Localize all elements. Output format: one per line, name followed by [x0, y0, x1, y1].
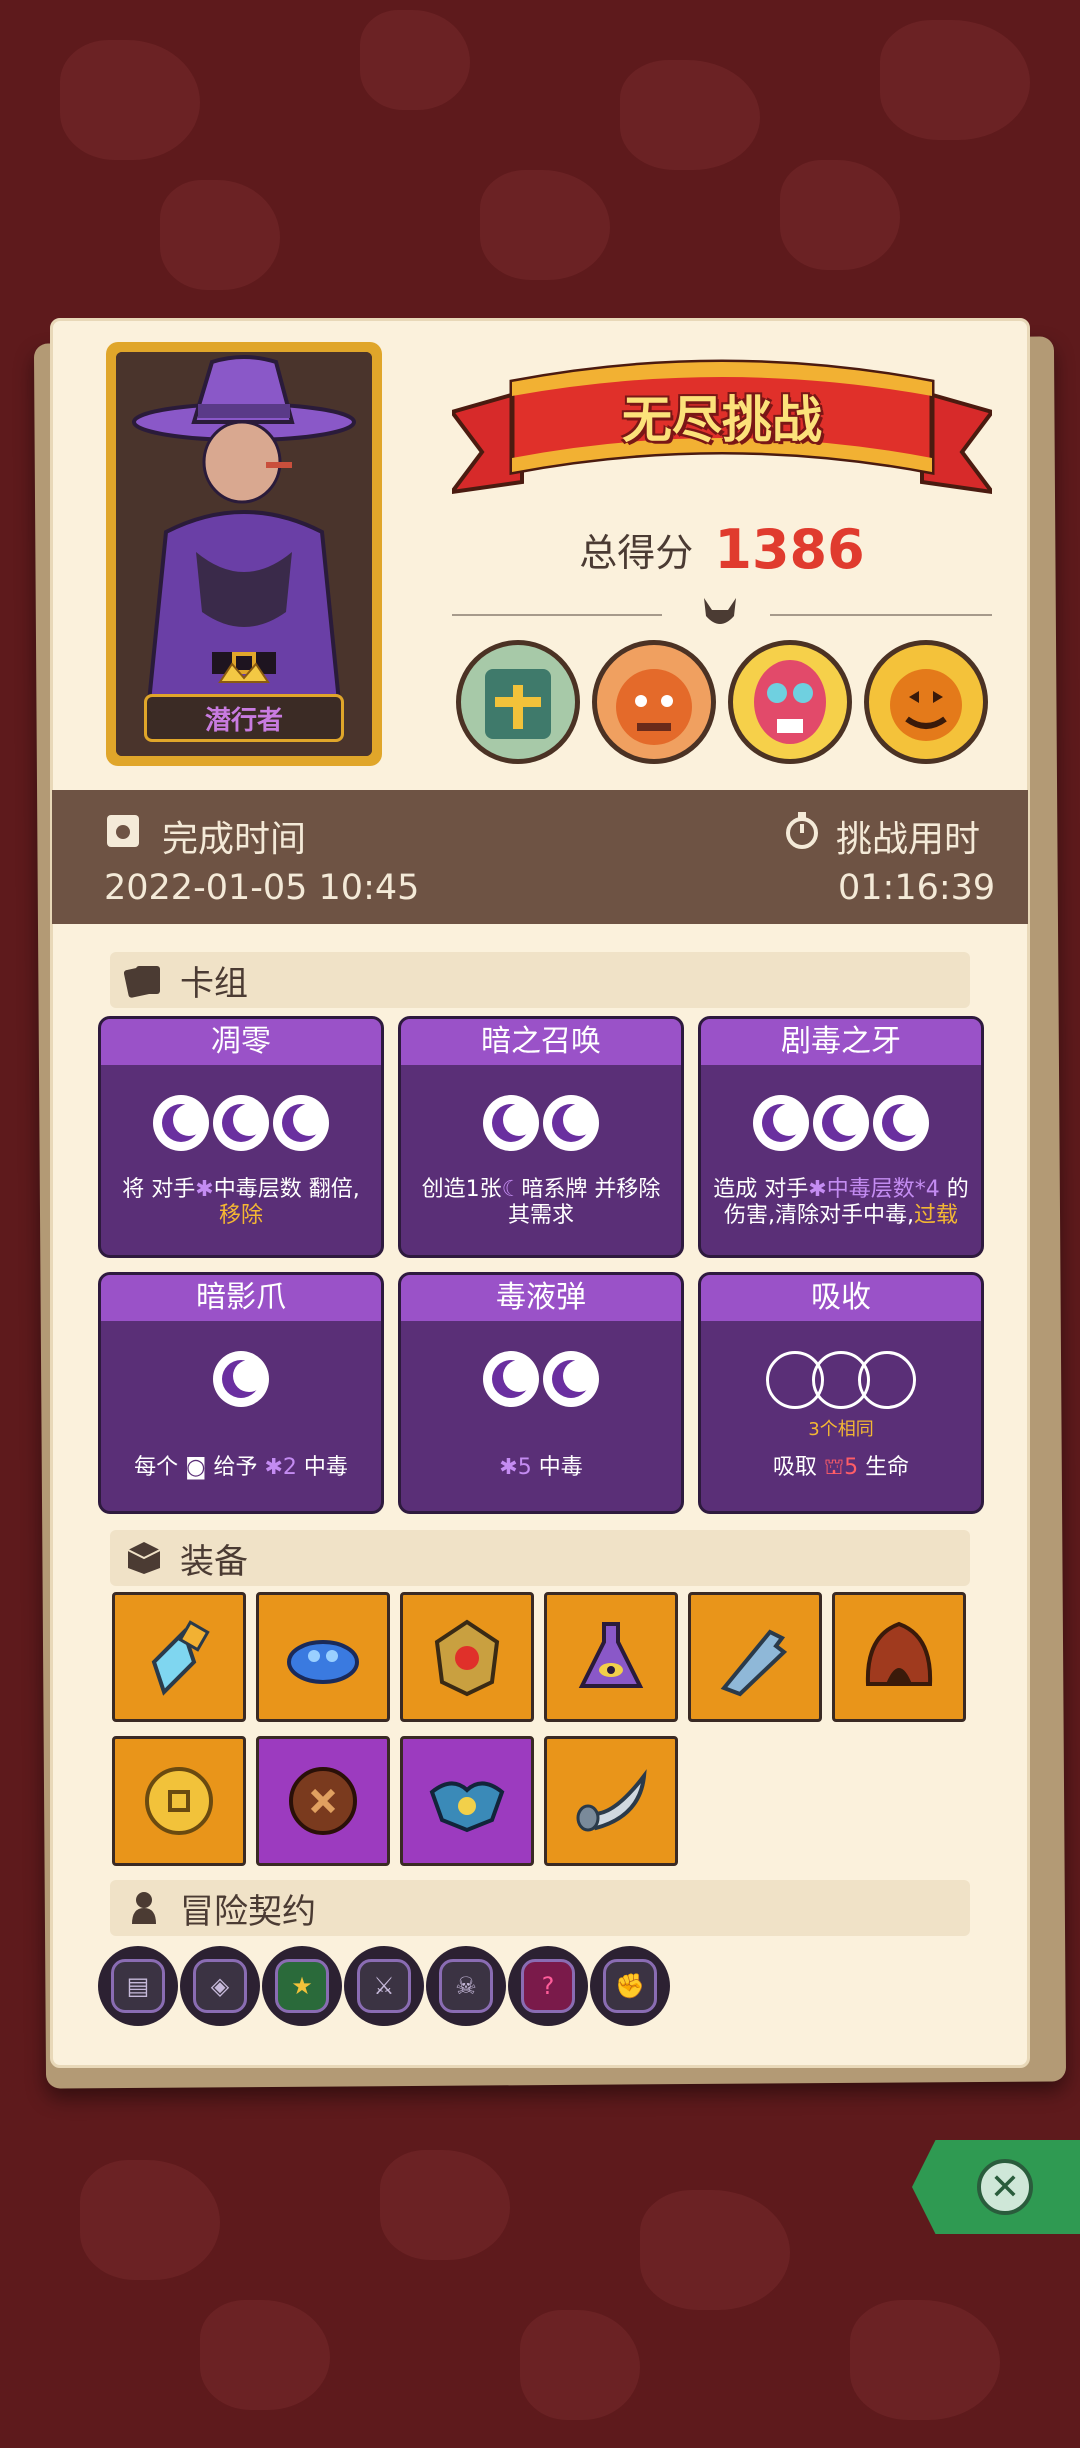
dark-moon-icon [153, 1095, 209, 1151]
card-title: 暗影爪 [101, 1275, 381, 1321]
cards-icon [123, 962, 164, 998]
sword-contract-icon[interactable]: ⚔ [344, 1946, 424, 2026]
card-description: 造成 对手✱中毒层数*4 的 伤害,清除对手中毒,过载 [713, 1177, 969, 1228]
hero-art: 潜行者 [116, 352, 372, 756]
close-icon: ✕ [977, 2159, 1033, 2215]
card-dark-summon[interactable]: 暗之召唤 创造1张☾暗系牌 并移除 其需求 [398, 1016, 684, 1258]
total-score: 总得分 1386 [452, 518, 992, 581]
completed-time-label: 完成时间 [162, 819, 307, 860]
close-button[interactable]: ✕ [912, 2140, 1080, 2234]
moon-icon: ☾ [501, 1177, 522, 1202]
question-contract-icon[interactable]: ? [508, 1946, 588, 2026]
box-icon [124, 1540, 164, 1576]
deck-section-header: 卡组 [110, 952, 970, 1008]
blue-slime-icon[interactable] [256, 1592, 390, 1722]
card-description: 创造1张☾暗系牌 并移除 其需求 [421, 1177, 661, 1228]
button-icon[interactable] [256, 1736, 390, 1866]
deck-title: 卡组 [180, 963, 248, 1004]
broken-blade-icon[interactable] [688, 1592, 822, 1722]
card-absorb[interactable]: 吸收 3个相同 吸取 ⛫5 生命 [698, 1272, 984, 1514]
dark-moon-icon [483, 1095, 539, 1151]
star-contract-icon[interactable]: ★ [262, 1946, 342, 2026]
dark-moon-icon [543, 1351, 599, 1407]
skull-contract-icon[interactable]: ☠ [426, 1946, 506, 2026]
card-title: 凋零 [101, 1019, 381, 1065]
poison-icon: ✱ [264, 1455, 283, 1480]
pumpkin-boss-icon [864, 640, 988, 764]
score-label: 总得分 [579, 531, 694, 575]
score-value: 1386 [714, 518, 865, 581]
stopwatch-icon [786, 812, 818, 849]
horn-icon[interactable] [544, 1736, 678, 1866]
card-cost [101, 1095, 381, 1151]
card-title: 吸收 [701, 1275, 981, 1321]
card-venom-shot[interactable]: 毒液弹 ✱5 中毒 [398, 1272, 684, 1514]
title-banner: 无尽挑战 [447, 352, 997, 512]
banner-title: 无尽挑战 [622, 391, 822, 449]
card-description: 将 对手✱中毒层数 翻倍, 移除 [122, 1177, 360, 1228]
gold-shield-icon[interactable] [400, 1592, 534, 1722]
ogre-boss-icon [592, 640, 716, 764]
fist-contract-icon[interactable]: ✊ [590, 1946, 670, 2026]
card-wither[interactable]: 凋零 将 对手✱中毒层数 翻倍, 移除 [98, 1016, 384, 1258]
divider-left [452, 614, 662, 616]
card-cost [701, 1095, 981, 1151]
eye-potion-icon[interactable] [544, 1592, 678, 1722]
card-cost [101, 1351, 381, 1407]
card-contract-icon[interactable]: ▤ [98, 1946, 178, 2026]
demon-skull-icon [704, 598, 736, 624]
defeated-bosses [456, 640, 996, 764]
completed-time-value: 2022-01-05 10:45 [104, 868, 420, 908]
dark-moon-icon [813, 1095, 869, 1151]
card-cost [701, 1351, 981, 1409]
poison-icon: ✱ [808, 1177, 827, 1202]
contracts-section-header: 冒险契约 [110, 1880, 970, 1936]
pawn-icon [124, 1890, 164, 1926]
dark-moon-icon [753, 1095, 809, 1151]
dark-moon-icon [543, 1095, 599, 1151]
card-description: 吸取 ⛫5 生命 [772, 1455, 910, 1480]
lifesteal-icon: ⛫ [823, 1455, 845, 1480]
contracts-title: 冒险契约 [180, 1891, 316, 1932]
card-shadow-claw[interactable]: 暗影爪 每个 ◙ 给予 ✱2 中毒 [98, 1272, 384, 1514]
blue-crystal-icon[interactable] [112, 1592, 246, 1722]
dark-moon-icon [483, 1351, 539, 1407]
card-description: 每个 ◙ 给予 ✱2 中毒 [134, 1455, 348, 1480]
card-toxic-fang[interactable]: 剧毒之牙 造成 对手✱中毒层数*4 的 伤害,清除对手中毒,过载 [698, 1016, 984, 1258]
calendar-icon [107, 815, 139, 847]
dark-moon-icon [213, 1095, 269, 1151]
divider-right [770, 614, 992, 616]
poison-icon: ✱ [195, 1177, 214, 1202]
dark-moon-icon [213, 1351, 269, 1407]
duration-value: 01:16:39 [838, 868, 996, 908]
card-title: 剧毒之牙 [701, 1019, 981, 1065]
time-bar: 完成时间 2022-01-05 10:45 挑战用时 01:16:39 [52, 790, 1028, 924]
card-title: 暗之召唤 [401, 1019, 681, 1065]
shield-contract-icon[interactable]: ◈ [180, 1946, 260, 2026]
duration-label: 挑战用时 [836, 819, 981, 860]
bat-crest-icon[interactable] [400, 1736, 534, 1866]
card-cost [401, 1095, 681, 1151]
gold-coin-icon[interactable] [112, 1736, 246, 1866]
hero-portrait: 潜行者 [106, 342, 382, 766]
dark-moon-icon [873, 1095, 929, 1151]
equipment-title: 装备 [180, 1541, 248, 1582]
mask-boss-icon [728, 640, 852, 764]
moon-icon: ◙ [185, 1455, 207, 1480]
card-cost [401, 1351, 681, 1407]
same-requirement-label: 3个相同 [808, 1419, 874, 1440]
poison-icon: ✱ [499, 1455, 518, 1480]
card-title: 毒液弹 [401, 1275, 681, 1321]
equipment-section-header: 装备 [110, 1530, 970, 1586]
dark-moon-icon [273, 1095, 329, 1151]
empty-orb-icon [858, 1351, 916, 1409]
hero-name: 潜行者 [144, 694, 344, 742]
knight-boss-icon [456, 640, 580, 764]
card-description: ✱5 中毒 [499, 1455, 583, 1480]
hood-icon[interactable] [832, 1592, 966, 1722]
